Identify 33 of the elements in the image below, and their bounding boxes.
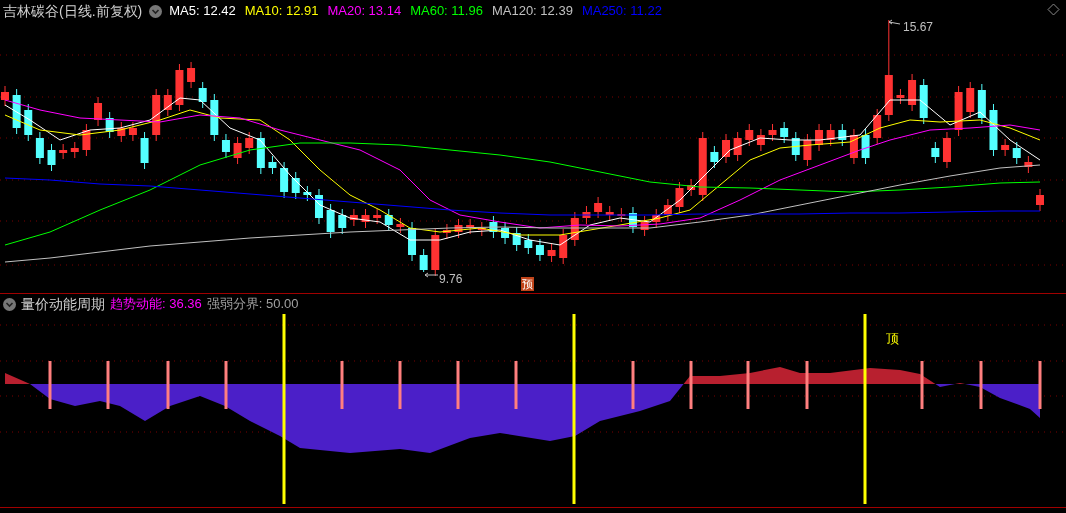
cycle-marker bbox=[340, 361, 344, 409]
cycle-marker bbox=[224, 361, 228, 409]
leader-line bbox=[424, 272, 439, 278]
forecast-badge: 预 bbox=[521, 277, 534, 291]
cycle-marker bbox=[689, 361, 693, 409]
low-price-label: 9.76 bbox=[439, 271, 463, 288]
moving-average-value: MA20: 13.14 bbox=[327, 2, 402, 21]
cycle-marker bbox=[48, 361, 52, 409]
cycle-marker bbox=[398, 361, 402, 409]
cycle-marker bbox=[166, 361, 170, 409]
moving-average-value: MA250: 11.22 bbox=[581, 2, 662, 21]
indicator-title: 量价动能周期 bbox=[21, 294, 105, 314]
moving-average-value: MA10: 12.91 bbox=[244, 2, 319, 21]
cycle-marker bbox=[106, 361, 110, 409]
indicator-value: 强弱分界: 50.00 bbox=[206, 295, 299, 314]
cycle-marker bbox=[1038, 361, 1042, 409]
moving-average-value: MA120: 12.39 bbox=[491, 2, 573, 21]
indicator-value: 趋势动能: 36.36 bbox=[110, 295, 202, 314]
cycle-marker bbox=[920, 361, 924, 409]
top-marker-label: 顶 bbox=[886, 330, 899, 348]
chevron-down-icon[interactable] bbox=[149, 4, 163, 18]
cycle-marker bbox=[805, 361, 809, 409]
moving-average-value: MA5: 12.42 bbox=[169, 2, 236, 21]
cycle-marker bbox=[979, 361, 983, 409]
chart-title: 吉林碳谷(日线.前复权) bbox=[3, 1, 143, 21]
chevron-down-icon[interactable] bbox=[3, 297, 16, 311]
high-price-label: 15.67 bbox=[903, 19, 934, 36]
cycle-marker bbox=[514, 361, 518, 409]
cycle-marker bbox=[456, 361, 460, 409]
cycle-marker bbox=[746, 361, 750, 409]
cycle-marker bbox=[631, 361, 635, 409]
moving-average-value: MA60: 11.96 bbox=[410, 2, 483, 21]
leader-line bbox=[888, 19, 901, 25]
